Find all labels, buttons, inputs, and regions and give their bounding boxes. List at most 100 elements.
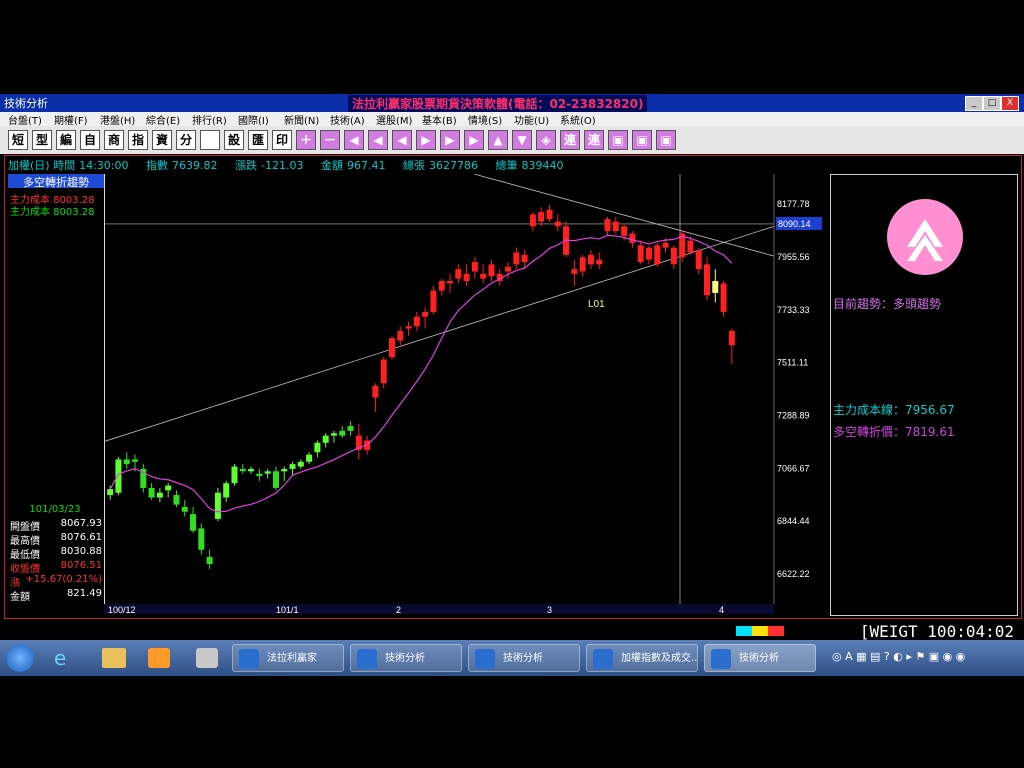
menu-item[interactable]: 港盤(H)	[100, 112, 135, 127]
maximize-button[interactable]: □	[983, 96, 1001, 111]
toolbar-button[interactable]: 型	[32, 130, 52, 150]
nav-arrow-icon[interactable]: ▣	[608, 130, 628, 150]
toolbar-button[interactable]: 資	[152, 130, 172, 150]
candle-body	[272, 471, 279, 488]
candle-body	[388, 338, 395, 358]
nav-arrow-icon[interactable]: ▼	[512, 130, 532, 150]
taskbar-item[interactable]: 加權指數及成交...	[586, 644, 698, 672]
nav-arrow-icon[interactable]: ▶	[416, 130, 436, 150]
ohlc-row: 收盤價 8076.51	[8, 560, 102, 575]
candle-body	[645, 247, 652, 260]
nav-arrow-icon[interactable]: ▲	[488, 130, 508, 150]
menu-item[interactable]: 新聞(N)	[284, 112, 319, 127]
cost-line-value: 主力成本線：7956.67	[833, 403, 955, 417]
menu-item[interactable]: 綜合(E)	[146, 112, 180, 127]
candle-body	[703, 264, 710, 296]
toolbar-button[interactable]: 匯	[248, 130, 268, 150]
ohlc-label: 最高價	[10, 536, 40, 547]
nav-arrow-icon[interactable]: ◈	[536, 130, 556, 150]
candle-body	[339, 430, 346, 436]
nav-arrow-icon[interactable]: －	[320, 130, 340, 150]
candle-body	[579, 257, 586, 272]
nav-arrow-icon[interactable]: 連	[560, 130, 580, 150]
status-indicator	[768, 626, 784, 636]
nav-arrow-icon[interactable]: ▶	[440, 130, 460, 150]
candle-body	[604, 219, 611, 232]
ohlc-value: 8076.61	[60, 532, 102, 543]
toolbar-button[interactable]: 分	[176, 130, 196, 150]
x-tick-label: 100/12	[108, 605, 136, 614]
taskbar-item[interactable]: 法拉利贏家	[232, 644, 344, 672]
candle-body	[306, 454, 313, 462]
toolbar-button[interactable]: 印	[272, 130, 292, 150]
app-icon[interactable]	[196, 648, 218, 668]
trend-status: 目前趨勢：多頭趨勢	[833, 297, 942, 311]
menu-item[interactable]: 期權(F)	[54, 112, 88, 127]
candle-body	[231, 466, 238, 484]
toolbar-button[interactable]: 編	[56, 130, 76, 150]
start-button[interactable]	[6, 644, 34, 672]
index-value: 7639.82	[172, 159, 218, 172]
toolbar-button[interactable]: 短	[8, 130, 28, 150]
chart-annotation: L01	[588, 299, 605, 310]
nav-arrow-icon[interactable]: ◀	[392, 130, 412, 150]
taskbar-item[interactable]: 技術分析	[350, 644, 462, 672]
menu-item[interactable]: 系統(O)	[560, 112, 596, 127]
candle-body	[513, 252, 520, 265]
menu-item[interactable]: 功能(U)	[514, 112, 549, 127]
ohlc-value: 8076.51	[60, 560, 102, 571]
candlestick-chart[interactable]: 8177.78 7955.56 7733.33 7511.11 7288.89 7066.…	[104, 174, 828, 614]
candle-body	[712, 281, 719, 293]
nav-arrow-icon[interactable]: 連	[584, 130, 604, 150]
taskbar-item-label: 技術分析	[739, 653, 779, 664]
nav-arrow-icon[interactable]: ＋	[296, 130, 316, 150]
change-label: 漲跌	[235, 159, 257, 172]
candle-body	[505, 266, 512, 272]
menu-item[interactable]: 國際(I)	[238, 112, 269, 127]
toolbar-button[interactable]: 指	[128, 130, 148, 150]
amount-label: 金額	[320, 159, 343, 172]
status-indicator	[736, 626, 752, 636]
ohlc-label: 金額	[10, 592, 30, 603]
brand-banner: 法拉利贏家股票期貨決策軟體(電話：02-23832820)	[348, 95, 648, 112]
toolbar-button[interactable]: 設	[224, 130, 244, 150]
nav-arrow-icon[interactable]: ▣	[656, 130, 676, 150]
candle-body	[455, 269, 462, 279]
status-clock: [WEIGT_100:04:02	[859, 622, 1014, 641]
nav-arrow-icon[interactable]: ▶	[464, 130, 484, 150]
trend-tab[interactable]: 多空轉折趨勢	[8, 174, 104, 189]
menu-item[interactable]: 基本(B)	[422, 112, 457, 127]
chart-app-icon	[593, 649, 613, 669]
ie-icon[interactable]: e	[54, 646, 78, 670]
app-icon	[239, 649, 259, 669]
nav-arrow-icon[interactable]: ◀	[344, 130, 364, 150]
y-tick-label: 6622.22	[777, 569, 810, 579]
x-tick-label: 3	[547, 605, 552, 614]
minimize-button[interactable]: _	[965, 96, 983, 111]
toolbar-button[interactable]: 自	[80, 130, 100, 150]
x-tick-label: 101/1	[276, 605, 299, 614]
candle-body	[264, 471, 271, 474]
candle-body	[372, 385, 379, 398]
nav-arrow-icon[interactable]: ◀	[368, 130, 388, 150]
menu-item[interactable]: 台盤(T)	[8, 112, 42, 127]
taskbar-item-active[interactable]: 技術分析	[704, 644, 816, 672]
tray-icons[interactable]: ◎ A ▦ ▤ ? ◐ ▸ ⚑ ▣ ◉ ◉	[832, 650, 965, 663]
toolbar-button[interactable]	[200, 130, 220, 150]
menu-item[interactable]: 選股(M)	[376, 112, 412, 127]
ohlc-label: 漲	[10, 578, 20, 589]
close-button[interactable]: X	[1001, 96, 1019, 111]
candle-body	[380, 359, 387, 384]
nav-arrow-icon[interactable]: ▣	[632, 130, 652, 150]
menu-item[interactable]: 情境(S)	[468, 112, 502, 127]
candle-body	[165, 485, 172, 491]
folder-icon[interactable]	[102, 648, 126, 668]
candle-body	[123, 459, 130, 465]
taskbar-item[interactable]: 技術分析	[468, 644, 580, 672]
window-title: 技術分析	[4, 97, 48, 110]
toolbar-button[interactable]: 商	[104, 130, 124, 150]
media-player-icon[interactable]	[148, 648, 170, 668]
menu-item[interactable]: 技術(A)	[330, 112, 365, 127]
taskbar-item-label: 技術分析	[503, 653, 543, 664]
menu-item[interactable]: 排行(R)	[192, 112, 227, 127]
